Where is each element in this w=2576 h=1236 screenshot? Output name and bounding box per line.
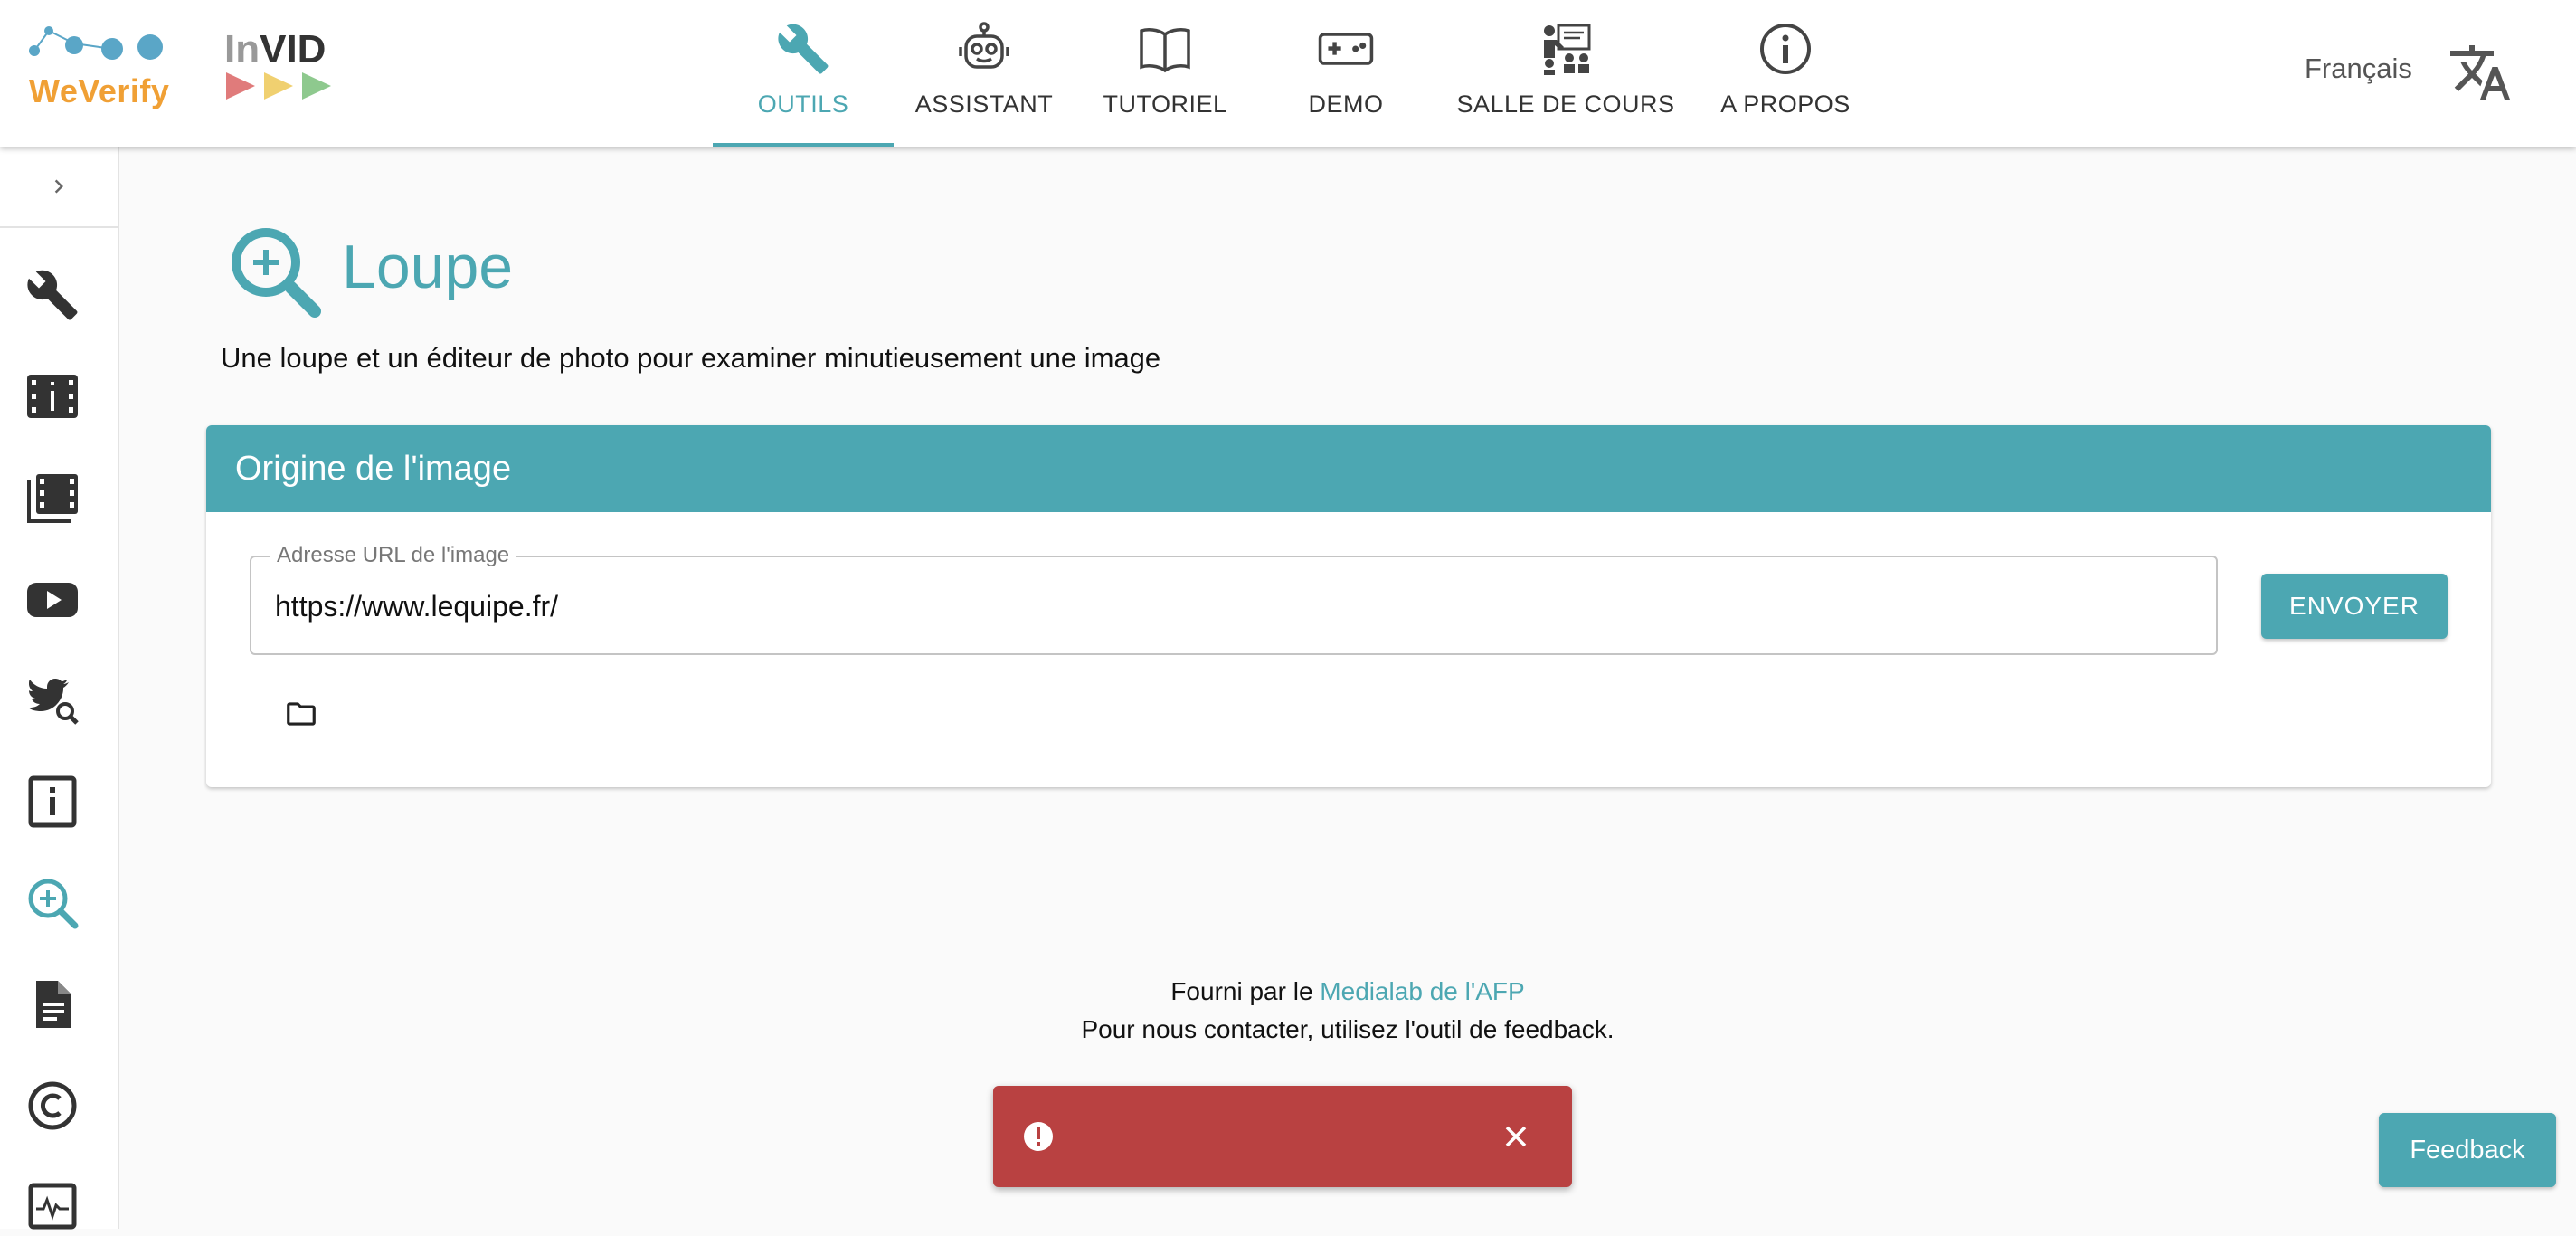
wrench-icon [774, 20, 832, 78]
invid-logo[interactable]: InVID [224, 27, 342, 109]
activity-icon [28, 1183, 77, 1230]
tab-outils[interactable]: OUTILS [713, 0, 894, 147]
tab-a-propos-label: A PROPOS [1720, 90, 1851, 118]
image-url-label: Adresse URL de l'image [270, 543, 517, 568]
tab-outils-label: OUTILS [757, 90, 849, 118]
folder-icon [287, 702, 316, 726]
book-icon [1136, 20, 1194, 78]
image-url-input[interactable] [275, 590, 2174, 623]
sidebar-item-tools[interactable] [22, 264, 83, 326]
tab-demo-label: DEMO [1308, 90, 1384, 118]
tab-demo[interactable]: DEMO [1255, 0, 1436, 147]
weverify-wordmark: WeVerify [29, 72, 170, 109]
sidebar-item-video-analysis[interactable] [22, 366, 83, 427]
close-toast-button[interactable] [1500, 1120, 1532, 1153]
footer-credit: Fourni par le Medialab de l'AFP [1170, 977, 1525, 1005]
chevron-right-icon [54, 179, 63, 194]
submit-button[interactable]: ENVOYER [2261, 574, 2448, 639]
info-icon [1757, 20, 1814, 78]
language-label[interactable]: Français [2305, 52, 2412, 85]
sidebar-item-magnifier[interactable] [22, 872, 83, 934]
main-nav-tabs: OUTILS ASSISTANT TUTORIEL DEMO SALLE DE … [713, 0, 1876, 147]
error-toast [993, 1086, 1572, 1187]
magnifier-icon [28, 879, 79, 929]
film-keyframes-icon [27, 474, 78, 523]
tab-a-propos[interactable]: A PROPOS [1695, 0, 1876, 147]
sidebar-item-copyright[interactable] [22, 1075, 83, 1136]
page-title: Loupe [342, 233, 514, 301]
loupe-page-icon [223, 221, 324, 322]
youtube-icon [27, 583, 78, 617]
sidebar-item-activity[interactable] [22, 1174, 83, 1236]
card-header: Origine de l'image [206, 425, 2491, 512]
tab-assistant-label: ASSISTANT [914, 90, 1054, 118]
sidebar-item-metadata[interactable] [22, 771, 83, 832]
twitter-search-icon [28, 679, 79, 725]
upload-file-button[interactable] [280, 693, 322, 735]
tab-salle-de-cours[interactable]: SALLE DE COURS [1436, 0, 1695, 147]
top-app-bar: WeVerify InVID OUTILS ASSISTANT TUTORIEL… [0, 0, 2576, 147]
tab-assistant[interactable]: ASSISTANT [894, 0, 1075, 147]
weverify-logo-mark [29, 26, 163, 60]
tab-tutoriel-label: TUTORIEL [1103, 90, 1227, 118]
gamepad-icon [1317, 20, 1375, 78]
invid-wordmark: InVID [224, 27, 327, 71]
image-url-field[interactable]: Adresse URL de l'image [250, 543, 2218, 655]
translate-icon[interactable] [2448, 40, 2513, 105]
tab-tutoriel[interactable]: TUTORIEL [1075, 0, 1255, 147]
invid-triangles-icon [226, 72, 331, 100]
tab-salle-de-cours-label: SALLE DE COURS [1456, 90, 1675, 118]
metadata-info-icon [28, 775, 77, 828]
robot-icon [955, 20, 1013, 78]
page-description: Une loupe et un éditeur de photo pour ex… [221, 342, 1161, 374]
error-icon [1022, 1120, 1055, 1153]
video-analysis-icon [27, 375, 78, 418]
footer-contact: Pour nous contacter, utilisez l'outil de… [1081, 1015, 1615, 1043]
feedback-button[interactable]: Feedback [2379, 1113, 2556, 1187]
sidebar-expand-button[interactable] [0, 147, 118, 228]
copyright-icon [28, 1081, 77, 1130]
close-icon [1505, 1126, 1527, 1147]
sidebar-item-keyframes[interactable] [22, 467, 83, 528]
tools-sidebar [0, 147, 119, 1230]
image-source-card: Origine de l'image Adresse URL de l'imag… [206, 425, 2491, 787]
sidebar-item-youtube[interactable] [22, 568, 83, 630]
wrench-icon [27, 270, 78, 320]
sidebar-item-twitter-search[interactable] [22, 670, 83, 731]
medialab-link[interactable]: Medialab de l'AFP [1320, 977, 1524, 1005]
classroom-icon [1537, 20, 1595, 78]
weverify-logo[interactable]: WeVerify [25, 24, 179, 114]
